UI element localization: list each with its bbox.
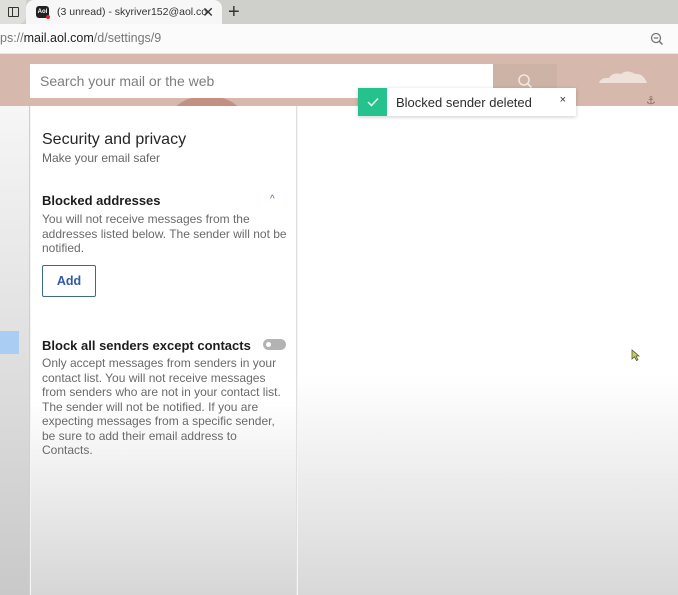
- tab-title: (3 unread) - skyriver152@aol.com: [57, 6, 207, 18]
- left-navigation: [0, 106, 30, 595]
- search-icon: [518, 74, 533, 89]
- url-field[interactable]: ps://mail.aol.com/d/settings/9: [0, 31, 161, 45]
- toast-notification: Blocked sender deleted ×: [358, 88, 576, 116]
- mail-header: ⚓: [0, 54, 678, 106]
- tab-actions-button[interactable]: [0, 0, 26, 24]
- tab-close-icon[interactable]: ✕: [202, 4, 214, 20]
- url-prefix: ps://: [0, 31, 24, 45]
- browser-tab-aol-mail[interactable]: Aol (3 unread) - skyriver152@aol.com ✕: [26, 0, 222, 24]
- chevron-up-icon[interactable]: ^: [270, 194, 275, 205]
- cloud-icon: [599, 71, 647, 83]
- browser-tab-strip: Aol (3 unread) - skyriver152@aol.com ✕ +: [0, 0, 678, 24]
- blocked-addresses-description: You will not receive messages from the a…: [42, 212, 287, 255]
- new-tab-button[interactable]: +: [228, 1, 240, 23]
- anchor-icon: ⚓: [646, 95, 656, 106]
- block-all-title: Block all senders except contacts: [42, 338, 251, 353]
- main-content: [298, 106, 678, 595]
- address-bar[interactable]: ps://mail.aol.com/d/settings/9: [0, 24, 678, 54]
- toast-message: Blocked sender deleted: [396, 94, 532, 110]
- page-subtitle: Make your email safer: [42, 151, 161, 165]
- block-all-toggle[interactable]: [263, 339, 286, 350]
- success-badge: [358, 88, 387, 116]
- url-host: mail.aol.com: [23, 31, 94, 45]
- block-all-description: Only accept messages from senders in you…: [42, 356, 281, 457]
- settings-panel: Security and privacy Make your email saf…: [31, 106, 297, 595]
- checkmark-icon: [366, 97, 379, 107]
- close-icon[interactable]: ×: [560, 94, 566, 106]
- nav-item-selected[interactable]: [0, 331, 19, 354]
- zoom-out-icon[interactable]: [650, 32, 664, 46]
- sidebar-toggle-icon: [7, 7, 19, 17]
- mouse-cursor-icon: [631, 349, 640, 361]
- url-path: /d/settings/9: [93, 31, 162, 45]
- blocked-addresses-title: Blocked addresses: [42, 193, 161, 208]
- page-title: Security and privacy: [42, 131, 187, 148]
- add-blocked-address-button[interactable]: Add: [42, 265, 96, 297]
- aol-favicon-icon: Aol: [36, 6, 50, 19]
